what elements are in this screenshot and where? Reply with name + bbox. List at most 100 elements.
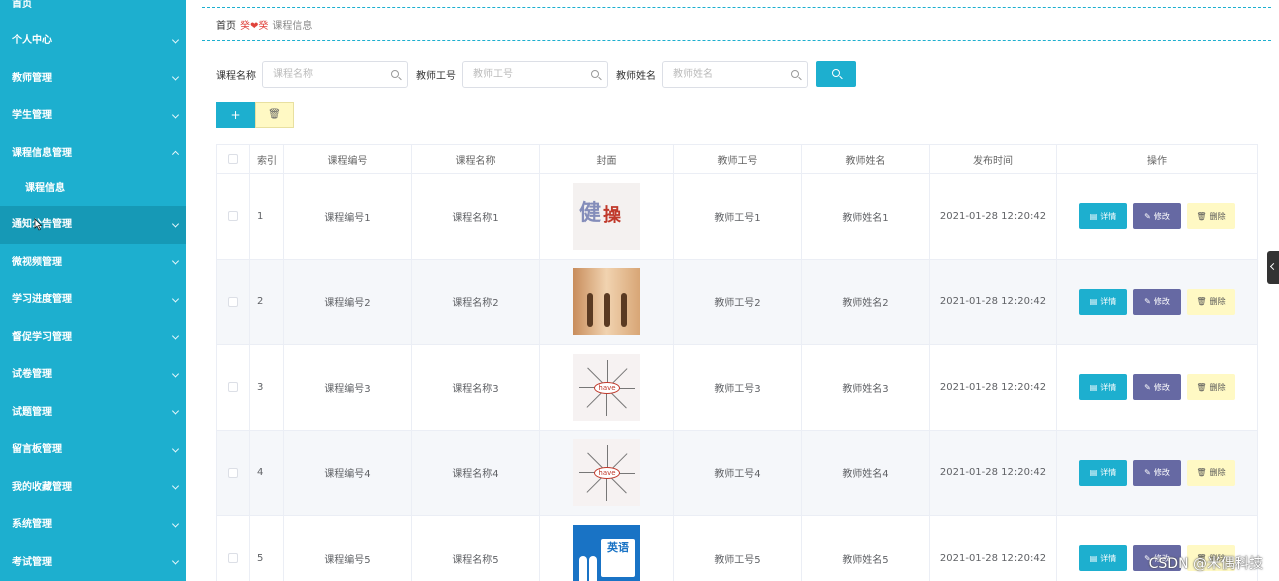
sidebar-item-supervise[interactable]: 督促学习管理 — [0, 319, 186, 357]
breadcrumb: 首页 癸❤癸 课程信息 — [216, 17, 312, 32]
delete-button[interactable]: 🗑 删除 — [1187, 203, 1235, 230]
delete-button[interactable]: 🗑 删除 — [1187, 459, 1235, 486]
sidebar-item-exam[interactable]: 考试管理 — [0, 544, 186, 581]
sidebar-item-course-info-mgmt[interactable]: 课程信息管理 — [0, 135, 186, 173]
teacher-no-label: 教师工号 — [416, 70, 456, 82]
cover-image[interactable]: have — [573, 439, 640, 507]
chevron-down-icon — [171, 445, 180, 453]
edit-button[interactable]: ✎ 修改 — [1133, 374, 1181, 401]
row-checkbox[interactable] — [228, 553, 238, 564]
document-icon: ▤ — [1089, 382, 1098, 392]
watermark: CSDN @米偶科技 — [1148, 556, 1263, 572]
trash-icon: 🗑 — [1196, 297, 1207, 307]
delete-button[interactable]: 🗑 删除 — [1187, 374, 1235, 401]
row-index: 5 — [250, 516, 284, 581]
cover-image[interactable]: have — [573, 353, 640, 421]
search-icon — [391, 69, 399, 78]
breadcrumb-current: 课程信息 — [272, 21, 313, 32]
row-teacher-name: 教师姓名1 — [802, 174, 930, 259]
pencil-icon: ✎ — [1144, 297, 1151, 307]
teacher-no-input[interactable]: 教师工号 — [462, 60, 608, 88]
document-icon: ▤ — [1089, 211, 1098, 221]
edit-button[interactable]: ✎ 修改 — [1133, 459, 1181, 486]
chevron-down-icon — [171, 482, 180, 490]
divider — [202, 7, 1271, 8]
select-all-checkbox[interactable] — [228, 154, 238, 164]
detail-button[interactable]: ▤ 详情 — [1079, 374, 1127, 401]
cover-image[interactable]: 健 操 — [573, 182, 640, 250]
edit-button[interactable]: ✎ 修改 — [1133, 288, 1181, 315]
course-name-input[interactable]: 课程名称 — [262, 60, 408, 88]
sidebar-item-paper[interactable]: 试卷管理 — [0, 356, 186, 394]
row-name: 课程名称4 — [412, 430, 540, 515]
row-checkbox[interactable] — [228, 211, 238, 222]
trash-icon: 🗑 — [1196, 468, 1207, 478]
row-code: 课程编号5 — [284, 516, 412, 581]
sidebar-subitem-course-info[interactable]: 课程信息 — [0, 172, 186, 206]
search-button[interactable] — [816, 61, 856, 87]
table-row: 5 课程编号5 课程名称5 英语 教师工号5 教师姓名5 2021-01-28 … — [217, 516, 1257, 581]
row-name: 课程名称1 — [412, 174, 540, 259]
trash-icon: 🗑 — [1196, 211, 1207, 221]
sidebar-item-progress[interactable]: 学习进度管理 — [0, 281, 186, 319]
sidebar-item-notice[interactable]: 通知公告管理 — [0, 206, 186, 244]
row-index: 4 — [250, 430, 284, 515]
sidebar-item-student[interactable]: 学生管理 — [0, 97, 186, 135]
row-checkbox[interactable] — [228, 382, 238, 393]
sidebar-item-question[interactable]: 试题管理 — [0, 394, 186, 432]
row-checkbox[interactable] — [228, 467, 238, 478]
sidebar-item-home[interactable]: 首页 — [0, 0, 186, 22]
chevron-down-icon — [171, 520, 180, 528]
search-icon — [791, 69, 799, 78]
row-name: 课程名称3 — [412, 345, 540, 430]
row-teacher-no: 教师工号3 — [674, 345, 802, 430]
detail-button[interactable]: ▤ 详情 — [1079, 459, 1127, 486]
row-checkbox[interactable] — [228, 296, 238, 307]
teacher-name-label: 教师姓名 — [616, 70, 656, 82]
chevron-down-icon — [171, 73, 180, 81]
delete-button[interactable]: 🗑 删除 — [1187, 288, 1235, 315]
detail-button[interactable]: ▤ 详情 — [1079, 203, 1127, 230]
sidebar-item-favorite[interactable]: 我的收藏管理 — [0, 469, 186, 507]
chevron-down-icon — [171, 220, 180, 228]
row-code: 课程编号2 — [284, 259, 412, 344]
search-icon — [832, 69, 840, 77]
row-teacher-no: 教师工号5 — [674, 516, 802, 581]
row-code: 课程编号3 — [284, 345, 412, 430]
table-row: 4 课程编号4 课程名称4 have 教师工号4 教师姓名4 2021-01-2 — [217, 430, 1257, 516]
sidebar-item-message[interactable]: 留言板管理 — [0, 431, 186, 469]
teacher-name-input[interactable]: 教师姓名 — [662, 60, 808, 88]
row-index: 2 — [250, 259, 284, 344]
sidebar-item-teacher[interactable]: 教师管理 — [0, 60, 186, 98]
chevron-down-icon — [171, 332, 180, 340]
sidebar-item-system[interactable]: 系统管理 — [0, 506, 186, 544]
chevron-down-icon — [171, 257, 180, 265]
document-icon: ▤ — [1089, 553, 1098, 563]
collapse-panel-tab[interactable] — [1267, 251, 1279, 284]
main-content: 首页 癸❤癸 课程信息 课程名称 课程名称 教师工号 教师工号 教师姓名 教师姓名 … — [186, 0, 1279, 581]
cover-image[interactable] — [573, 268, 640, 336]
col-name: 课程名称 — [412, 145, 540, 173]
row-teacher-name: 教师姓名4 — [802, 430, 930, 515]
pencil-icon: ✎ — [1144, 211, 1151, 221]
chevron-down-icon — [171, 557, 180, 565]
search-bar: 课程名称 课程名称 教师工号 教师工号 教师姓名 教师姓名 — [216, 60, 856, 88]
trash-icon: 🗑 — [1196, 382, 1207, 392]
table-row: 2 课程编号2 课程名称2 教师工号2 教师姓名2 2021-01-28 12:… — [217, 259, 1257, 345]
pencil-icon: ✎ — [1144, 468, 1151, 478]
batch-delete-button[interactable]: 🗑 — [255, 102, 294, 128]
col-teacher-no: 教师工号 — [674, 145, 802, 173]
cover-image[interactable]: 英语 — [573, 524, 640, 581]
detail-button[interactable]: ▤ 详情 — [1079, 545, 1127, 572]
sidebar-item-personal-center[interactable]: 个人中心 — [0, 22, 186, 60]
edit-button[interactable]: ✎ 修改 — [1133, 203, 1181, 230]
col-code: 课程编号 — [284, 145, 412, 173]
detail-button[interactable]: ▤ 详情 — [1079, 288, 1127, 315]
pencil-icon: ✎ — [1144, 382, 1151, 392]
breadcrumb-home[interactable]: 首页 — [216, 21, 236, 32]
sidebar-item-video[interactable]: 微视频管理 — [0, 244, 186, 282]
row-teacher-no: 教师工号2 — [674, 259, 802, 344]
col-index: 索引 — [250, 145, 284, 173]
add-button[interactable]: + — [216, 102, 255, 128]
row-teacher-name: 教师姓名3 — [802, 345, 930, 430]
